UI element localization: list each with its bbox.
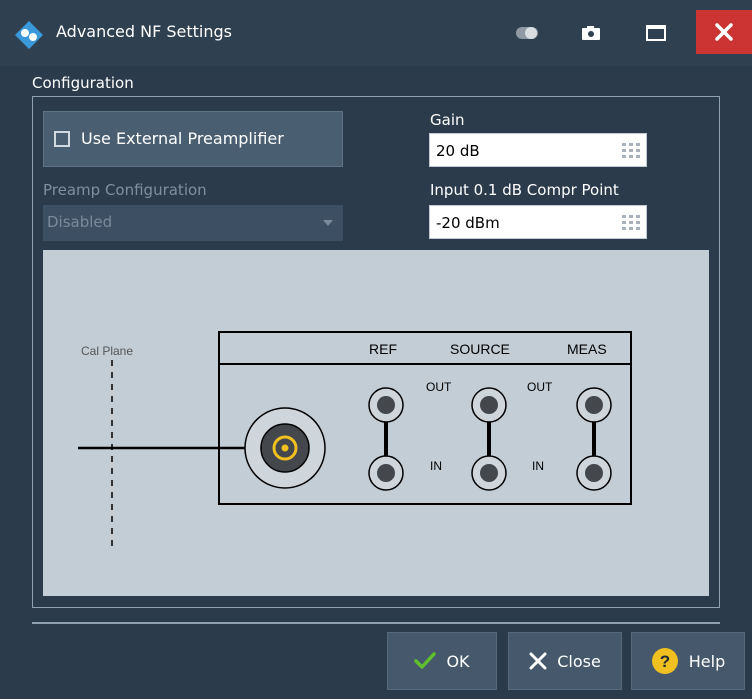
out-label-meas: OUT [527, 380, 553, 394]
title-bar: Advanced NF Settings [0, 0, 752, 66]
gain-label: Gain [430, 111, 465, 129]
gain-value: 20 dB [436, 142, 480, 160]
chevron-down-icon [323, 220, 333, 226]
ref-port-pair [368, 387, 404, 491]
logo-icon [15, 21, 43, 49]
source-port-pair [471, 387, 507, 491]
help-label: Help [688, 651, 726, 671]
help-button[interactable]: ? Help [631, 632, 745, 690]
main-connector-icon [244, 407, 326, 489]
close-label: Close [557, 651, 601, 671]
source-label: SOURCE [450, 341, 510, 357]
close-icon [529, 652, 547, 670]
use-external-preamp-checkbox[interactable]: Use External Preamplifier [43, 111, 343, 167]
compr-point-label: Input 0.1 dB Compr Point [430, 181, 619, 199]
configuration-group-label: Configuration [32, 74, 134, 92]
ok-label: OK [446, 651, 470, 671]
in-label-meas: IN [532, 459, 544, 473]
camera-icon[interactable] [579, 22, 603, 44]
use-external-preamp-label: Use External Preamplifier [81, 129, 284, 148]
cal-plane-label: Cal Plane [81, 344, 133, 358]
ref-label: REF [369, 341, 397, 357]
checkbox-box[interactable] [54, 131, 70, 147]
preamp-config-value: Disabled [47, 213, 113, 231]
svg-text:?: ? [660, 652, 670, 671]
meas-label: MEAS [567, 341, 607, 357]
ok-button[interactable]: OK [387, 632, 497, 690]
checkmark-icon [414, 652, 437, 669]
footer-separator [32, 622, 720, 624]
close-icon [715, 23, 733, 41]
toggle-icon[interactable] [515, 22, 539, 44]
preamp-config-select: Disabled [43, 205, 343, 241]
maximize-icon[interactable] [644, 22, 668, 44]
preamp-config-label: Preamp Configuration [43, 181, 207, 199]
compr-point-value: -20 dBm [436, 214, 500, 232]
out-label-source: OUT [426, 380, 452, 394]
meas-port-pair [576, 387, 612, 491]
window-close-button[interactable] [696, 10, 752, 54]
window-title: Advanced NF Settings [56, 22, 232, 41]
compr-point-input[interactable]: -20 dBm [429, 205, 647, 239]
in-label-source: IN [430, 459, 442, 473]
help-icon: ? [651, 648, 678, 674]
gain-input[interactable]: 20 dB [429, 133, 647, 167]
close-button[interactable]: Close [508, 632, 622, 690]
keypad-icon[interactable] [622, 215, 640, 231]
connection-diagram: Cal Plane REF SOURCE MEAS OUT OUT IN IN [43, 250, 709, 596]
keypad-icon[interactable] [622, 143, 640, 159]
